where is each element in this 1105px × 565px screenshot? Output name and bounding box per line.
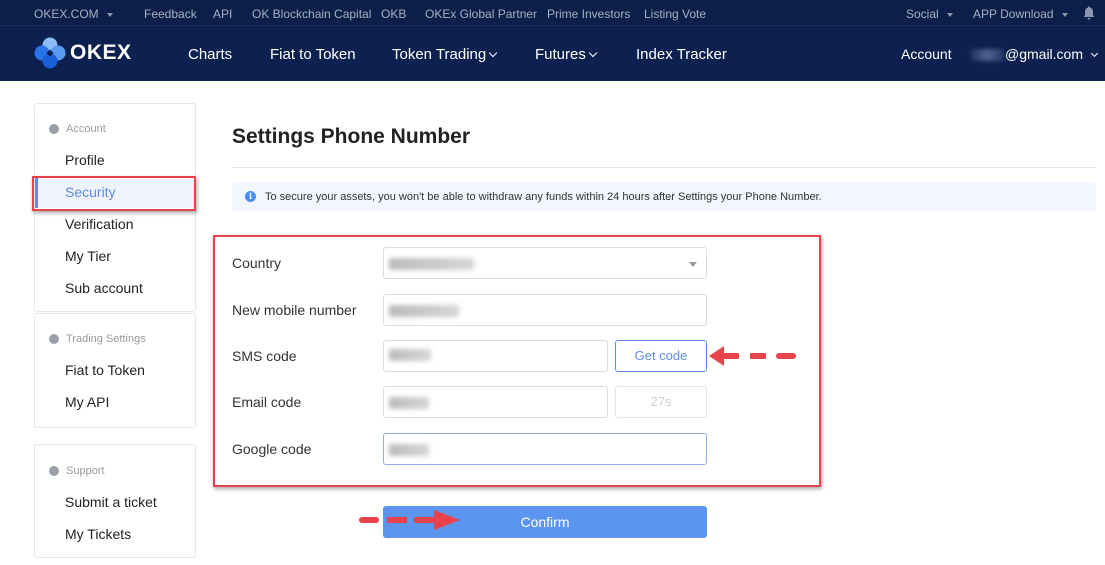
main-navbar: OKEX Charts Fiat to Token Token Trading …: [0, 26, 1105, 81]
site-selector[interactable]: OKEX.COM: [34, 7, 113, 21]
mobile-number-input[interactable]: [383, 294, 707, 326]
get-code-button[interactable]: Get code: [615, 340, 707, 372]
sidebar-item-fiat-to-token[interactable]: Fiat to Token: [35, 354, 195, 386]
support-icon: [49, 466, 59, 476]
google-code-label: Google code: [232, 441, 312, 457]
email-redacted: [970, 49, 1004, 62]
annotation-arrow-left-icon: [709, 346, 796, 366]
nav-futures[interactable]: Futures: [535, 46, 598, 63]
sms-code-label: SMS code: [232, 348, 297, 364]
caret-down-icon: [106, 12, 113, 17]
link-prime-investors[interactable]: Prime Investors: [547, 7, 630, 21]
mobile-value-redacted: [389, 305, 459, 317]
country-select[interactable]: [383, 247, 707, 279]
chevron-down-icon: [488, 48, 498, 58]
okex-logo-icon: [34, 37, 66, 69]
nav-token-trading-label: Token Trading: [392, 46, 487, 63]
sms-value-redacted: [389, 349, 431, 361]
notice-banner: i To secure your assets, you won't be ab…: [232, 182, 1096, 211]
google-code-input[interactable]: [383, 433, 707, 465]
email-code-value-redacted: [389, 397, 429, 409]
mobile-number-label: New mobile number: [232, 302, 357, 318]
nav-token-trading[interactable]: Token Trading: [392, 46, 498, 63]
google-code-value-redacted: [389, 444, 429, 456]
okex-logo[interactable]: OKEX: [33, 37, 132, 69]
sidebar-item-my-api[interactable]: My API: [35, 386, 195, 418]
user-email-dropdown[interactable]: @gmail.com: [970, 46, 1099, 62]
title-divider: [232, 167, 1096, 168]
highlight-box-security: [32, 176, 196, 211]
sidebar-header-support: Support: [49, 465, 105, 477]
bell-icon[interactable]: [1083, 6, 1095, 20]
nav-index-tracker[interactable]: Index Tracker: [636, 46, 727, 63]
sidebar-item-my-tier[interactable]: My Tier: [35, 240, 195, 272]
site-selector-label: OKEX.COM: [34, 7, 99, 21]
sidebar-trading-settings-group: Trading Settings Fiat to Token My API: [34, 313, 196, 428]
app-download-label: APP Download: [973, 7, 1054, 21]
top-utility-bar: OKEX.COM Feedback API OK Blockchain Capi…: [0, 0, 1105, 26]
sidebar-header-trading-settings: Trading Settings: [49, 333, 146, 345]
caret-down-icon: [689, 262, 697, 267]
email-code-input[interactable]: [383, 386, 608, 418]
link-okex-global-partner[interactable]: OKEx Global Partner: [425, 7, 537, 21]
app-download-dropdown[interactable]: APP Download: [973, 7, 1068, 21]
chevron-down-icon: [1090, 49, 1099, 58]
email-suffix: @gmail.com: [1005, 46, 1084, 62]
social-dropdown[interactable]: Social: [906, 7, 953, 21]
email-code-label: Email code: [232, 394, 302, 410]
sidebar-item-profile[interactable]: Profile: [35, 144, 195, 176]
nav-futures-label: Futures: [535, 46, 586, 63]
social-label: Social: [906, 7, 939, 21]
sidebar-header-label: Support: [66, 465, 105, 477]
sidebar-support-group: Support Submit a ticket My Tickets: [34, 444, 196, 558]
link-okb[interactable]: OKB: [381, 7, 406, 21]
sidebar-item-sub-account[interactable]: Sub account: [35, 272, 195, 304]
nav-charts[interactable]: Charts: [188, 46, 232, 63]
trading-settings-icon: [49, 334, 59, 344]
account-icon: [49, 124, 59, 134]
sidebar-header-label: Trading Settings: [66, 333, 146, 345]
page-title: Settings Phone Number: [232, 125, 471, 148]
caret-down-icon: [1061, 12, 1068, 17]
caret-down-icon: [946, 12, 953, 17]
email-code-countdown-button[interactable]: 27s: [615, 386, 707, 418]
sidebar-header-label: Account: [66, 123, 106, 135]
sidebar-item-my-tickets[interactable]: My Tickets: [35, 518, 195, 550]
sidebar-item-submit-ticket[interactable]: Submit a ticket: [35, 486, 195, 518]
link-feedback[interactable]: Feedback: [144, 7, 197, 21]
info-icon: i: [245, 191, 256, 202]
link-ok-blockchain-capital[interactable]: OK Blockchain Capital: [252, 7, 371, 21]
sidebar-item-verification[interactable]: Verification: [35, 208, 195, 240]
sms-code-input[interactable]: [383, 340, 608, 372]
link-listing-vote[interactable]: Listing Vote: [644, 7, 706, 21]
country-value-redacted: [389, 258, 474, 270]
nav-fiat-to-token[interactable]: Fiat to Token: [270, 46, 356, 63]
annotation-arrow-right-icon: [359, 510, 460, 530]
nav-account[interactable]: Account: [901, 46, 952, 62]
sidebar-header-account: Account: [49, 123, 106, 135]
chevron-down-icon: [588, 48, 598, 58]
country-label: Country: [232, 255, 282, 271]
notice-text: To secure your assets, you won't be able…: [265, 190, 822, 203]
logo-text: OKEX: [70, 41, 132, 64]
link-api[interactable]: API: [213, 7, 232, 21]
